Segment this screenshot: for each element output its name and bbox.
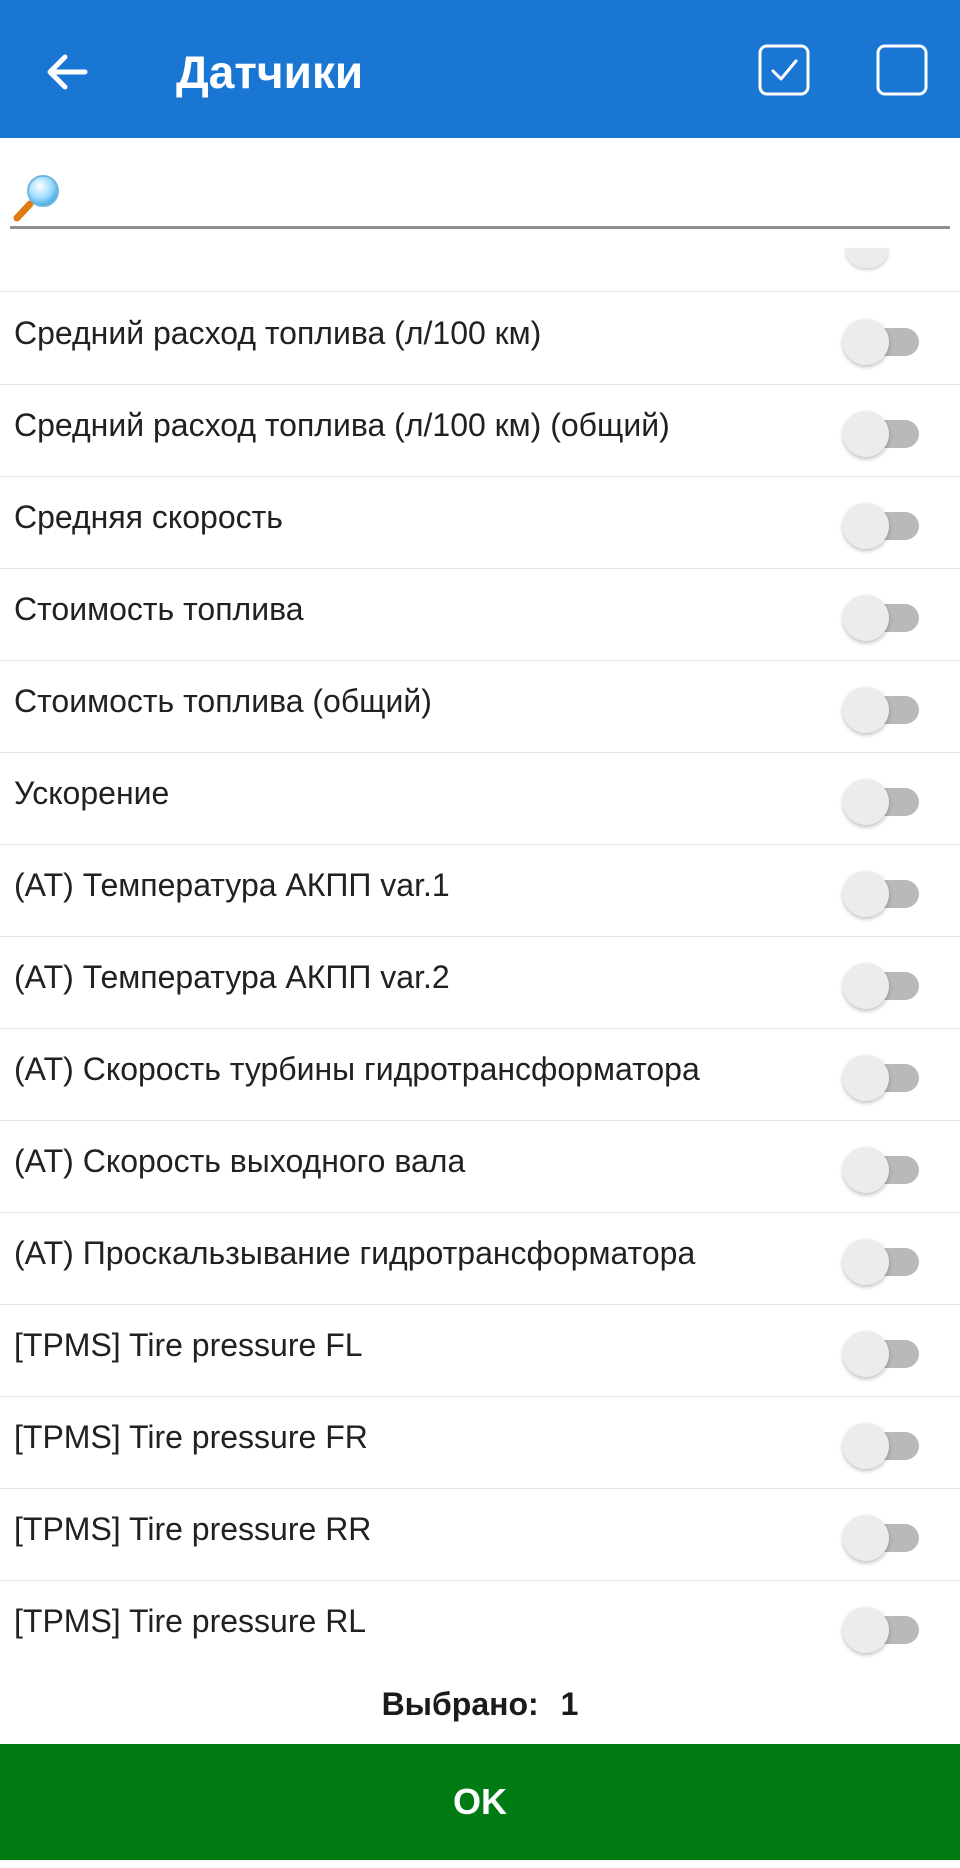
sensor-label: Стоимость топлива (общий) — [14, 683, 432, 719]
search-bar — [0, 138, 960, 234]
sensor-label: [TPMS] Tire pressure RL — [14, 1603, 367, 1639]
toggle-knob — [843, 963, 889, 1009]
sensor-toggle[interactable] — [843, 1419, 923, 1469]
page-title: Датчики — [176, 46, 364, 98]
list-item[interactable]: (AT) Скорость выходного вала — [0, 1121, 960, 1213]
sensor-toggle[interactable] — [843, 499, 923, 549]
sensor-label: (AT) Скорость выходного вала — [14, 1143, 466, 1179]
sensor-toggle[interactable] — [843, 1143, 923, 1193]
sensor-list[interactable]: Средний расход топлива (л/100 км) Средний… — [0, 234, 960, 1666]
sensor-toggle[interactable] — [843, 959, 923, 1009]
toggle-knob — [843, 595, 889, 641]
sensor-toggle[interactable] — [843, 775, 923, 825]
list-item[interactable]: Ускорение — [0, 753, 960, 845]
list-item[interactable]: (AT) Температура АКПП var.2 — [0, 937, 960, 1029]
checkbox-checked-icon — [758, 44, 810, 96]
toggle-knob — [843, 779, 889, 825]
sensor-label: Средний расход топлива (л/100 км) — [14, 315, 542, 351]
toggle-knob — [843, 1147, 889, 1193]
toggle-knob — [843, 871, 889, 917]
toggle-knob — [845, 248, 889, 268]
toggle-knob — [843, 1423, 889, 1469]
toggle-knob — [843, 411, 889, 457]
list-item-partial — [0, 234, 960, 292]
sensor-toggle[interactable] — [843, 1051, 923, 1101]
sensor-rows: Средний расход топлива (л/100 км) Средний… — [0, 293, 960, 1666]
magnifier-icon — [13, 175, 59, 222]
sensor-label: Стоимость топлива — [14, 591, 304, 627]
sensor-picker-screen: Датчики Средний расход топлива (л/100 км… — [0, 0, 960, 1868]
list-item[interactable]: Стоимость топлива (общий) — [0, 661, 960, 753]
sensor-toggle[interactable] — [843, 591, 923, 641]
list-item[interactable]: [TPMS] Tire pressure FL — [0, 1305, 960, 1397]
toggle-knob — [843, 319, 889, 365]
sensor-label: (AT) Проскальзывание гидротрансформатора — [14, 1235, 696, 1271]
deselect-all-button[interactable] — [874, 42, 930, 98]
toggle-knob — [843, 1239, 889, 1285]
app-bar: Датчики — [0, 0, 960, 138]
selected-label: Выбрано: — [381, 1686, 539, 1722]
list-item[interactable]: Стоимость топлива — [0, 569, 960, 661]
checkbox-empty-icon — [876, 44, 928, 96]
toggle-knob — [843, 1515, 889, 1561]
toggle-knob — [843, 1607, 889, 1653]
list-item[interactable]: (AT) Проскальзывание гидротрансформатора — [0, 1213, 960, 1305]
sensor-label: (AT) Скорость турбины гидротрансформатор… — [14, 1051, 700, 1087]
ok-button[interactable]: OK — [0, 1744, 960, 1860]
list-item[interactable]: [TPMS] Tire pressure RL — [0, 1581, 960, 1666]
sensor-label: [TPMS] Tire pressure FR — [14, 1419, 368, 1455]
select-all-button[interactable] — [756, 42, 812, 98]
arrow-left-icon — [47, 54, 88, 90]
sensor-label: Средний расход топлива (л/100 км) (общий… — [14, 407, 670, 443]
sensor-label: [TPMS] Tire pressure FL — [14, 1327, 363, 1363]
toggle-knob — [843, 1331, 889, 1377]
sensor-toggle[interactable] — [843, 1603, 923, 1653]
sensor-toggle[interactable] — [843, 1511, 923, 1561]
toggle-knob — [843, 503, 889, 549]
search-underline — [10, 226, 950, 229]
list-item[interactable]: [TPMS] Tire pressure RR — [0, 1489, 960, 1581]
back-button[interactable] — [30, 36, 102, 108]
sensor-label: (AT) Температура АКПП var.2 — [14, 959, 450, 995]
list-item[interactable]: (AT) Температура АКПП var.1 — [0, 845, 960, 937]
list-item[interactable]: Средняя скорость — [0, 477, 960, 569]
sensor-toggle[interactable] — [843, 1327, 923, 1377]
sensor-toggle[interactable] — [843, 407, 923, 457]
list-item[interactable]: [TPMS] Tire pressure FR — [0, 1397, 960, 1489]
sensor-label: Средняя скорость — [14, 499, 283, 535]
toggle-knob — [843, 687, 889, 733]
selected-count-text: Выбрано: 1 — [0, 1686, 960, 1730]
search-input[interactable] — [70, 168, 940, 224]
list-item[interactable]: Средний расход топлива (л/100 км) (общий… — [0, 385, 960, 477]
list-item[interactable]: Средний расход топлива (л/100 км) — [0, 293, 960, 385]
sensor-toggle[interactable] — [843, 1235, 923, 1285]
sensor-label: (AT) Температура АКПП var.1 — [14, 867, 450, 903]
list-item[interactable]: (AT) Скорость турбины гидротрансформатор… — [0, 1029, 960, 1121]
selected-count: 1 — [560, 1686, 579, 1722]
sensor-toggle[interactable] — [843, 683, 923, 733]
sensor-label: Ускорение — [14, 775, 170, 811]
toggle-knob — [843, 1055, 889, 1101]
sensor-label: [TPMS] Tire pressure RR — [14, 1511, 372, 1547]
sensor-toggle[interactable] — [843, 315, 923, 365]
sensor-toggle[interactable] — [843, 867, 923, 917]
